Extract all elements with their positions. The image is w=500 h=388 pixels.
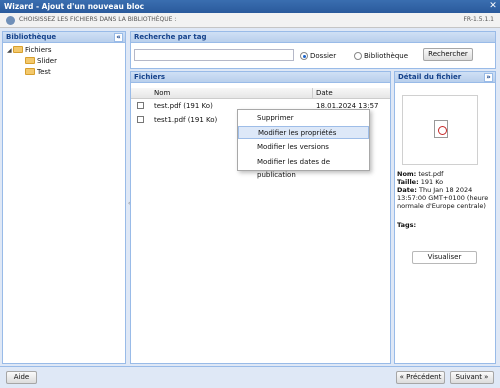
- step-icon: [6, 16, 15, 25]
- tags-section: Tags:: [397, 221, 416, 229]
- detail-title: Détail du fichier: [398, 73, 462, 81]
- menu-item-modifier-proprietes[interactable]: Modifier les propriétés: [238, 126, 369, 139]
- step-bar: Choisissez les fichiers dans la biblioth…: [0, 13, 500, 28]
- search-title: Recherche par tag: [134, 33, 207, 41]
- view-button[interactable]: Visualiser: [412, 251, 477, 264]
- date-value: Thu Jan 18 2024: [418, 186, 473, 194]
- menu-item-modifier-dates[interactable]: Modifier les dates de publication: [238, 156, 369, 179]
- radio-dossier-label: Dossier: [310, 52, 337, 60]
- radio-dossier[interactable]: [300, 52, 308, 60]
- window-title: Wizard - Ajout d'un nouveau bloc: [4, 2, 145, 11]
- close-icon[interactable]: ✕: [488, 1, 498, 11]
- column-date[interactable]: Date: [312, 88, 333, 99]
- tree-item-label: Slider: [37, 57, 57, 65]
- tree-item-label: Fichiers: [25, 46, 52, 54]
- context-menu: Supprimer Modifier les propriétés Modifi…: [237, 109, 370, 179]
- size-value: 191 Ko: [420, 178, 444, 186]
- menu-item-modifier-versions[interactable]: Modifier les versions: [238, 141, 369, 154]
- files-title: Fichiers: [134, 73, 166, 81]
- library-tree: ◢ Fichiers Slider Test: [2, 43, 126, 364]
- files-panel-header: Fichiers: [130, 71, 391, 83]
- tree-item-label: Test: [37, 68, 51, 76]
- pdf-icon: [434, 120, 448, 138]
- files-grid-header: Nom Date: [131, 88, 390, 99]
- name-label: Nom:: [397, 170, 417, 178]
- name-value: test.pdf: [418, 170, 444, 178]
- row-checkbox[interactable]: [137, 102, 144, 109]
- file-name: test1.pdf (191 Ko): [154, 116, 218, 124]
- window-titlebar: Wizard - Ajout d'un nouveau bloc ✕: [0, 0, 500, 13]
- menu-item-supprimer[interactable]: Supprimer: [238, 112, 369, 125]
- version-label: FR-1.5.1.1: [463, 16, 494, 23]
- size-label: Taille:: [397, 178, 419, 186]
- help-button[interactable]: Aide: [6, 371, 37, 384]
- search-button[interactable]: Rechercher: [423, 48, 473, 61]
- footer-bar: Aide « Précédent Suivant »: [0, 366, 500, 388]
- next-button[interactable]: Suivant »: [450, 371, 494, 384]
- detail-info: Nom: test.pdf Taille: 191 Ko Date: Thu J…: [397, 170, 488, 210]
- folder-icon: [13, 46, 23, 53]
- library-title: Bibliothèque: [6, 33, 57, 41]
- search-input[interactable]: [134, 49, 294, 61]
- tags-label: Tags:: [397, 221, 417, 229]
- library-panel-header: Bibliothèque «: [2, 31, 126, 43]
- detail-panel-header: Détail du fichier »: [394, 71, 496, 83]
- file-name: test.pdf (191 Ko): [154, 102, 213, 110]
- step-instruction: Choisissez les fichiers dans la biblioth…: [19, 16, 177, 23]
- tree-item-fichiers[interactable]: ◢ Fichiers: [7, 45, 52, 56]
- tree-item-slider[interactable]: Slider: [25, 56, 57, 67]
- date-value-3: normale d'Europe centrale): [397, 202, 486, 210]
- folder-icon: [25, 57, 35, 64]
- previous-button[interactable]: « Précédent: [396, 371, 445, 384]
- column-name[interactable]: Nom: [154, 88, 170, 99]
- radio-bibliotheque-label: Bibliothèque: [364, 52, 409, 60]
- search-panel-header: Recherche par tag: [130, 31, 496, 43]
- collapse-detail-button[interactable]: »: [484, 73, 493, 82]
- row-checkbox[interactable]: [137, 116, 144, 123]
- folder-icon: [25, 68, 35, 75]
- date-label: Date:: [397, 186, 417, 194]
- file-preview: [402, 95, 478, 165]
- collapse-library-button[interactable]: «: [114, 33, 123, 42]
- radio-bibliotheque[interactable]: [354, 52, 362, 60]
- tree-item-test[interactable]: Test: [25, 67, 51, 78]
- date-value-2: 13:57:00 GMT+0100 (heure: [397, 194, 489, 202]
